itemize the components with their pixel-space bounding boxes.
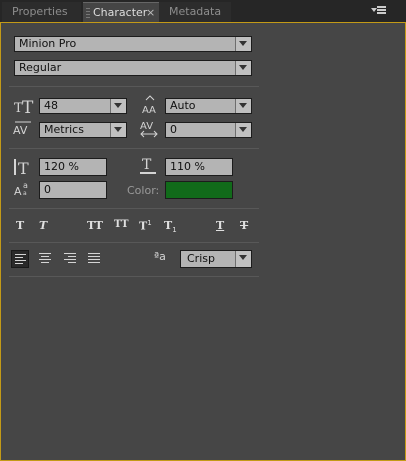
svg-text:A: A [149,105,156,115]
horizontal-scale-icon: T [140,157,156,174]
chevron-down-icon[interactable] [110,123,126,137]
all-caps-button[interactable]: TT [87,219,103,232]
strikethrough-button[interactable]: T [240,219,248,232]
align-center-button[interactable] [36,250,54,268]
font-family-value: Minion Pro [19,37,77,50]
baseline-shift-field[interactable]: 0 [39,181,107,199]
antialias-value: Crisp [187,252,215,265]
align-right-button[interactable] [61,250,79,268]
underline-button[interactable]: T [216,219,224,232]
chevron-down-icon[interactable] [235,61,251,75]
svg-text:A: A [142,105,149,115]
vertical-scale-value: 120 % [44,160,79,173]
superscript-mark: 1 [147,219,152,227]
tab-metadata[interactable]: Metadata [159,2,231,22]
small-caps-button[interactable]: TT [114,219,129,230]
faux-italic-button[interactable]: T [39,219,47,232]
superscript-button[interactable]: T1 [139,219,152,233]
tracking-value: 0 [170,123,177,136]
chevron-down-icon[interactable] [235,37,251,51]
faux-bold-button[interactable]: T [16,219,24,232]
divider [9,242,259,243]
color-swatch[interactable] [165,181,233,199]
horizontal-scale-value: 110 % [170,160,205,173]
font-size-dropdown[interactable]: 48 [39,98,127,114]
kerning-icon: AV [13,121,31,137]
tab-properties-label: Properties [12,5,68,18]
justify-button[interactable] [85,250,103,268]
svg-text:a: a [23,181,28,190]
svg-text:AV: AV [140,121,153,132]
svg-text:A: A [14,185,22,198]
align-left-button[interactable] [11,250,29,268]
horizontal-scale-field[interactable]: 110 % [165,158,233,176]
superscript-glyph: T [139,219,148,233]
tab-character-label: Character [93,6,148,19]
font-style-dropdown[interactable]: Regular [14,60,252,76]
tracking-dropdown[interactable]: 0 [165,122,252,138]
vertical-scale-icon: T [14,159,29,177]
antialias-dropdown[interactable]: Crisp [180,250,252,268]
tab-bar: Properties Character × Metadata [0,0,406,22]
leading-icon: A A [142,95,156,115]
kerning-value: Metrics [44,123,84,136]
svg-text:AV: AV [13,124,28,137]
divider [9,276,259,277]
chevron-down-icon[interactable] [235,123,251,137]
leading-dropdown[interactable]: Auto [165,98,252,114]
panel-menu-button[interactable] [371,6,387,16]
tab-character[interactable]: Character × [83,2,159,22]
menu-lines-icon [377,6,386,15]
chevron-down-icon[interactable] [235,251,251,267]
svg-text:T: T [142,157,152,173]
antialias-icon: ªa [154,250,166,263]
font-family-dropdown[interactable]: Minion Pro [14,36,252,52]
chevron-down-icon[interactable] [110,99,126,113]
subscript-button[interactable]: T1 [164,219,177,234]
close-icon[interactable]: × [146,3,155,23]
leading-value: Auto [170,99,196,112]
divider [9,86,259,87]
character-panel: Minion Pro Regular T T 48 A A Auto AV Me… [0,22,406,461]
subscript-glyph: T [164,219,173,232]
size-icon: T T [14,98,34,115]
vertical-scale-field[interactable]: 120 % [39,158,107,176]
baseline-shift-value: 0 [44,183,51,196]
panel-grip-icon[interactable] [86,8,90,18]
chevron-down-icon[interactable] [235,99,251,113]
svg-text:T: T [18,159,29,177]
color-label: Color: [127,184,160,197]
svg-text:a: a [23,190,27,197]
font-size-value: 48 [44,99,58,112]
tab-properties[interactable]: Properties [2,2,81,22]
kerning-dropdown[interactable]: Metrics [39,122,127,138]
subscript-mark: 1 [172,226,177,235]
tab-metadata-label: Metadata [169,5,222,18]
divider [9,208,259,209]
font-style-value: Regular [19,61,62,74]
baseline-shift-icon: A a a [14,181,28,198]
divider [9,148,259,149]
svg-text:T: T [22,98,34,115]
tracking-icon: AV [140,121,158,138]
